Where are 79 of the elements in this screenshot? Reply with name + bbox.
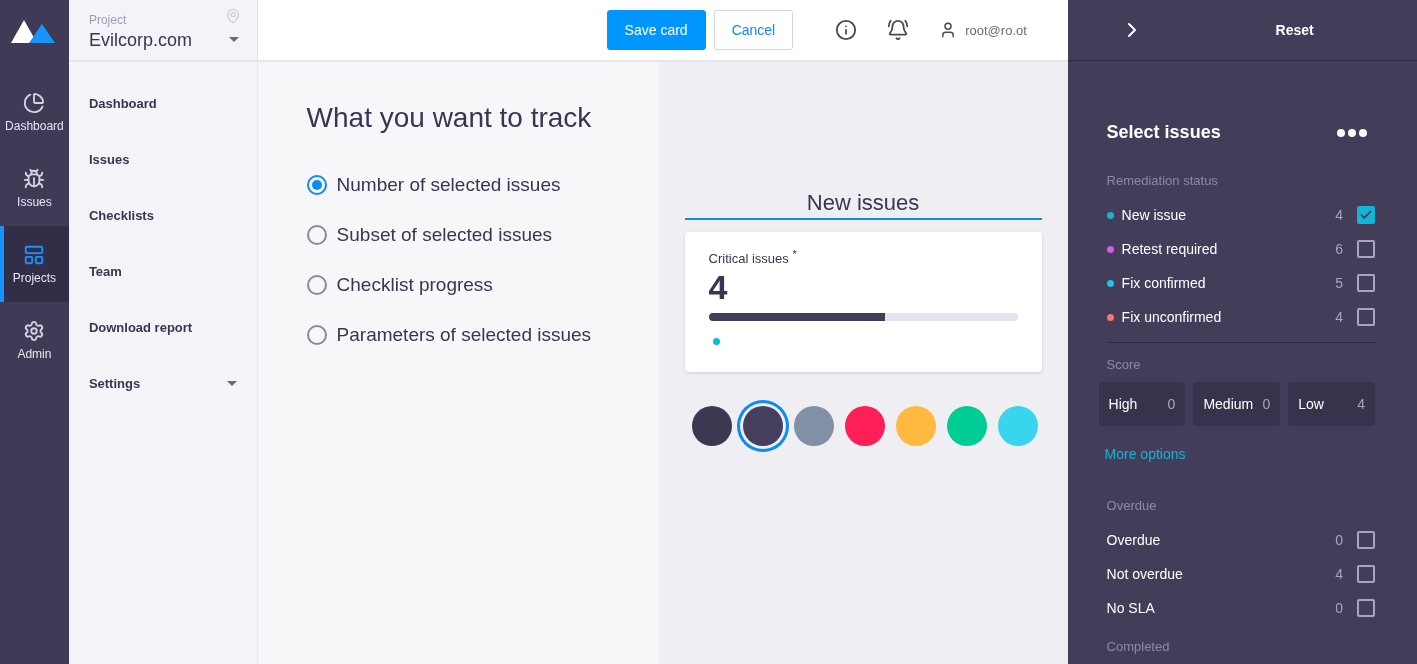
color-swatch[interactable] xyxy=(691,406,732,446)
rail-item[interactable]: Dashboard xyxy=(0,74,69,150)
score-tile[interactable]: Medium 0 xyxy=(1193,382,1281,426)
rail-item[interactable]: Projects xyxy=(0,226,69,302)
nav-item[interactable]: Settings xyxy=(88,375,141,391)
color-swatch[interactable] xyxy=(793,406,834,446)
more-options-link[interactable]: More options xyxy=(1104,446,1186,462)
nav-item[interactable]: Checklists xyxy=(88,207,154,223)
section-title: Overdue xyxy=(1106,498,1158,513)
layout-icon xyxy=(23,243,46,266)
caret-icon[interactable] xyxy=(228,36,239,42)
tile-count: 4 xyxy=(1357,396,1365,412)
radio-icon[interactable] xyxy=(306,175,327,195)
filter-count: 4 xyxy=(1335,207,1343,223)
check-icon xyxy=(1359,208,1373,222)
filter-count: 0 xyxy=(1335,532,1343,548)
filter-label: Not overdue xyxy=(1106,566,1184,582)
filter-label: Overdue xyxy=(1106,532,1162,548)
user-name[interactable]: root@ro.ot xyxy=(965,22,1027,38)
radio-icon[interactable] xyxy=(306,325,327,345)
filter-label: Fix confirmed xyxy=(1121,275,1207,291)
checkbox[interactable] xyxy=(1357,565,1375,583)
section-heading: What you want to track xyxy=(306,102,593,134)
card-value: 4 xyxy=(708,268,729,308)
nav-item[interactable]: Issues xyxy=(88,151,130,167)
tile-label: Medium xyxy=(1203,396,1254,412)
filter-count: 4 xyxy=(1335,566,1343,582)
checkbox[interactable] xyxy=(1357,308,1375,326)
filter-label: New issue xyxy=(1121,207,1188,223)
radio-option[interactable]: Subset of selected issues xyxy=(306,210,659,260)
filter-count: 0 xyxy=(1335,600,1343,616)
info-icon[interactable] xyxy=(835,19,858,41)
more-icon[interactable] xyxy=(1337,128,1367,137)
project-label: Project xyxy=(88,13,127,27)
radio-option[interactable]: Number of selected issues xyxy=(306,160,659,210)
nav-item[interactable]: Team xyxy=(88,263,122,279)
nav-item[interactable]: Download report xyxy=(88,319,193,335)
filter-label: No SLA xyxy=(1106,600,1156,616)
tile-label: High xyxy=(1108,396,1138,412)
checkbox[interactable] xyxy=(1357,206,1375,224)
bell-icon[interactable] xyxy=(887,19,910,41)
card-name-input[interactable]: New issues xyxy=(684,190,1042,220)
tile-label: Low xyxy=(1298,396,1324,412)
filter-label: Fix unconfirmed xyxy=(1121,309,1223,325)
cancel-button[interactable]: Cancel xyxy=(713,10,794,50)
tile-count: 0 xyxy=(1262,396,1271,412)
project-name[interactable]: Evilcorp.com xyxy=(88,30,192,51)
pie-chart-icon xyxy=(23,91,46,114)
radio-option[interactable]: Checklist progress xyxy=(306,260,659,310)
score-tile[interactable]: High 0 xyxy=(1098,382,1186,426)
radio-icon[interactable] xyxy=(306,225,327,245)
panel-title: Select issues xyxy=(1106,122,1221,144)
checkbox[interactable] xyxy=(1357,274,1375,292)
filter-count: 4 xyxy=(1335,309,1343,325)
rail-item[interactable]: Issues xyxy=(0,150,69,226)
checkbox[interactable] xyxy=(1357,599,1375,617)
section-title: Remediation status xyxy=(1106,173,1219,188)
section-title: Score xyxy=(1106,357,1142,372)
nav-item[interactable]: Dashboard xyxy=(88,95,157,111)
tile-count: 0 xyxy=(1167,396,1176,412)
filter-label: Retest required xyxy=(1121,241,1219,257)
bug-icon xyxy=(23,167,46,190)
logo-icon xyxy=(11,18,58,44)
section-title: Completed xyxy=(1106,639,1171,654)
rail-item[interactable]: Admin xyxy=(0,302,69,378)
color-swatch[interactable] xyxy=(844,406,885,446)
radio-icon[interactable] xyxy=(306,275,327,295)
color-swatch[interactable] xyxy=(895,406,936,446)
filter-count: 6 xyxy=(1335,241,1343,257)
card-title: Critical issues $^{*}$ xyxy=(708,248,798,267)
color-swatch[interactable] xyxy=(946,406,987,446)
reset-button[interactable]: Reset xyxy=(1269,20,1320,39)
score-tile[interactable]: Low 4 xyxy=(1288,382,1375,426)
settings-icon xyxy=(23,319,46,342)
color-swatch[interactable] xyxy=(997,406,1038,446)
radio-option[interactable]: Parameters of selected issues xyxy=(306,310,659,360)
filter-count: 5 xyxy=(1335,275,1343,291)
checkbox[interactable] xyxy=(1357,531,1375,549)
checkbox[interactable] xyxy=(1357,240,1375,258)
